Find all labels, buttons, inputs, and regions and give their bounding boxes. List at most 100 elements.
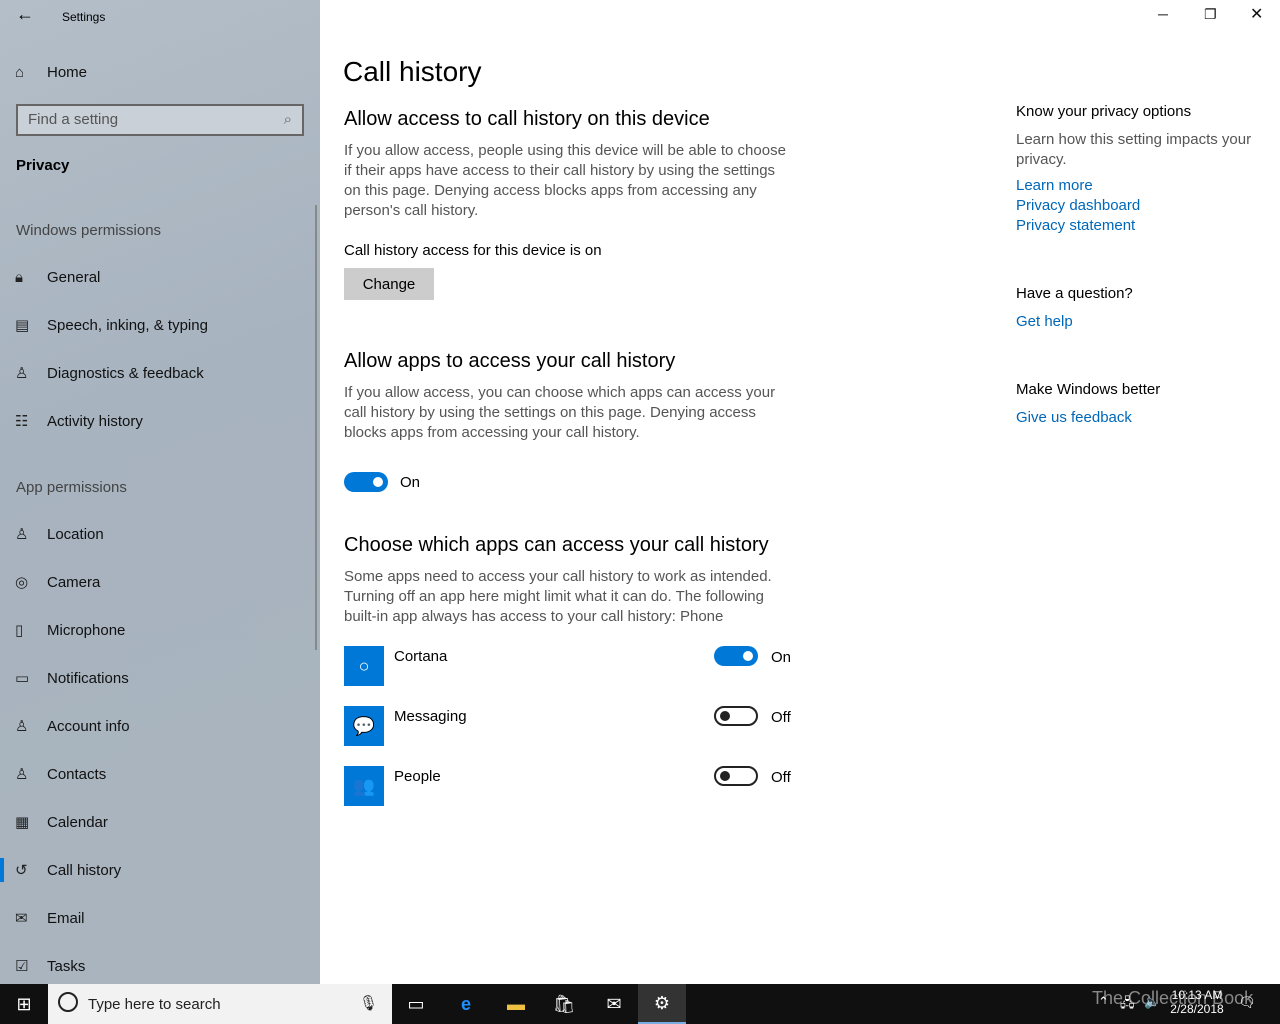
- feedback-link[interactable]: Give us feedback: [1016, 408, 1266, 428]
- sidebar-item-label: Tasks: [47, 957, 86, 975]
- home-label: Home: [47, 63, 88, 81]
- app-title: Settings: [62, 10, 106, 24]
- sidebar-item-call-history[interactable]: ↺ Call history: [0, 850, 316, 890]
- sidebar-item-location[interactable]: ♙ Location: [0, 514, 316, 554]
- privacy-dashboard-link[interactable]: Privacy dashboard: [1016, 196, 1266, 216]
- restore-button[interactable]: ❐: [1204, 6, 1217, 23]
- get-help-link[interactable]: Get help: [1016, 312, 1266, 332]
- sidebar-item-diagnostics-feedback[interactable]: ♙ Diagnostics & feedback: [0, 353, 316, 393]
- tray-chevron-icon[interactable]: ⌃: [1098, 994, 1109, 1010]
- account-icon: ♙: [15, 718, 29, 735]
- task-view-icon[interactable]: ▭: [392, 984, 440, 1024]
- apps-access-toggle[interactable]: [344, 472, 388, 492]
- change-button[interactable]: Change: [344, 268, 434, 300]
- toggle-state-label: On: [771, 649, 792, 666]
- sidebar-item-calendar[interactable]: ▦ Calendar: [0, 802, 316, 842]
- sidebar-item-label: Notifications: [47, 669, 129, 687]
- section-heading: Choose which apps can access your call h…: [344, 534, 769, 556]
- sidebar-item-tasks[interactable]: ☑ Tasks: [0, 946, 316, 986]
- sidebar-item-label: Camera: [47, 573, 101, 591]
- settings-taskbar-icon[interactable]: ⚙: [638, 984, 686, 1024]
- sidebar-item-label: Diagnostics & feedback: [47, 364, 204, 382]
- sidebar-item-home[interactable]: ⌂ Home: [0, 52, 316, 92]
- microphone-icon[interactable]: 🎙: [359, 994, 378, 1012]
- group-app-permissions: App permissions: [16, 479, 127, 496]
- sidebar-item-notifications[interactable]: ▭ Notifications: [0, 658, 316, 698]
- taskbar: ⊞ Type here to search 🎙 ▭ e ▬ 🛍 ✉ ⚙ The C…: [0, 984, 1280, 1024]
- sidebar-item-email[interactable]: ✉ Email: [0, 898, 316, 938]
- speech-icon: ▤: [15, 317, 30, 334]
- sidebar-item-account-info[interactable]: ♙ Account info: [0, 706, 316, 746]
- section-description: If you allow access, people using this d…: [344, 142, 786, 219]
- sidebar-item-label: Contacts: [47, 765, 107, 783]
- better-heading: Make Windows better: [1016, 381, 1161, 398]
- date: 2/28/2018: [1170, 1002, 1224, 1016]
- page-title: Call history: [343, 56, 482, 87]
- time: 10:13 AM: [1171, 988, 1223, 1002]
- sidebar-item-label: Speech, inking, & typing: [47, 316, 208, 334]
- store-icon[interactable]: 🛍: [540, 984, 588, 1024]
- taskbar-search-placeholder: Type here to search: [88, 995, 221, 1013]
- activity-icon: ☷: [15, 413, 29, 430]
- sidebar-item-contacts[interactable]: ♙ Contacts: [0, 754, 316, 794]
- main-content: ─ ❐ ✕ Call history Allow access to call …: [320, 0, 1280, 984]
- start-button[interactable]: ⊞: [0, 984, 48, 1024]
- privacy-statement-link[interactable]: Privacy statement: [1016, 216, 1266, 236]
- lock-icon: 🔒︎: [15, 268, 23, 286]
- search-input[interactable]: Find a setting ⌕: [16, 104, 304, 136]
- calendar-icon: ▦: [15, 814, 30, 831]
- sidebar-item-label: Calendar: [47, 813, 108, 831]
- action-center-icon[interactable]: 🗨: [1238, 994, 1256, 1011]
- taskbar-search[interactable]: Type here to search 🎙: [48, 984, 392, 1024]
- microphone-icon: ▯: [15, 622, 24, 639]
- app-name: Cortana: [394, 648, 448, 665]
- home-icon: ⌂: [15, 63, 25, 81]
- sidebar-item-label: Call history: [47, 861, 122, 879]
- close-button[interactable]: ✕: [1250, 4, 1263, 24]
- people-toggle[interactable]: [714, 766, 758, 786]
- sidebar-item-general[interactable]: 🔒︎ General: [0, 257, 316, 297]
- section-description: If you allow access, you can choose whic…: [344, 384, 776, 441]
- diagnostics-icon: ♙: [15, 365, 29, 382]
- privacy-description: Learn how this setting impacts your priv…: [1016, 131, 1252, 168]
- minimize-button[interactable]: ─: [1158, 6, 1168, 22]
- mail-icon[interactable]: ✉: [590, 984, 638, 1024]
- search-placeholder: Find a setting: [28, 111, 119, 128]
- messaging-toggle[interactable]: [714, 706, 758, 726]
- sidebar-item-label: Activity history: [47, 412, 143, 430]
- learn-more-link[interactable]: Learn more: [1016, 176, 1266, 196]
- sidebar-item-camera[interactable]: ◎ Camera: [0, 562, 316, 602]
- sidebar: ← Settings ⌂ Home Find a setting ⌕ Privacy…: [0, 0, 320, 984]
- sidebar-item-label: Account info: [47, 717, 130, 735]
- history-icon: ↺: [15, 862, 28, 879]
- privacy-heading: Know your privacy options: [1016, 103, 1192, 120]
- email-icon: ✉: [15, 910, 28, 927]
- section-heading: Allow access to call history on this dev…: [344, 108, 710, 130]
- sidebar-scrollbar[interactable]: [315, 205, 317, 650]
- section-title: Privacy: [16, 157, 70, 174]
- cortana-icon: [58, 992, 78, 1012]
- section-description: Some apps need to access your call histo…: [344, 568, 772, 625]
- back-button[interactable]: ←: [16, 4, 34, 25]
- tasks-icon: ☑: [15, 958, 29, 975]
- device-access-status: Call history access for this device is o…: [344, 242, 602, 259]
- contacts-icon: ♙: [15, 766, 29, 783]
- toggle-state-label: On: [400, 474, 421, 491]
- section-heading: Allow apps to access your call history: [344, 350, 676, 372]
- clock[interactable]: 10:13 AM 2/28/2018: [1166, 988, 1228, 1016]
- cortana-toggle[interactable]: [714, 646, 758, 666]
- sidebar-item-speech-inking-typing[interactable]: ▤ Speech, inking, & typing: [0, 305, 316, 345]
- volume-icon[interactable]: 🔈: [1144, 994, 1160, 1010]
- toggle-state-label: Off: [771, 709, 791, 726]
- network-icon[interactable]: 🖧: [1120, 994, 1135, 1016]
- question-heading: Have a question?: [1016, 285, 1133, 302]
- sidebar-item-label: Email: [47, 909, 85, 927]
- sidebar-item-activity-history[interactable]: ☷ Activity history: [0, 401, 316, 441]
- location-icon: ♙: [15, 526, 29, 543]
- file-explorer-icon[interactable]: ▬: [492, 984, 540, 1024]
- sidebar-item-microphone[interactable]: ▯ Microphone: [0, 610, 316, 650]
- edge-icon[interactable]: e: [442, 984, 490, 1024]
- toggle-state-label: Off: [771, 769, 791, 786]
- cortana-app-icon: ○: [344, 646, 384, 686]
- app-name: Messaging: [394, 708, 467, 725]
